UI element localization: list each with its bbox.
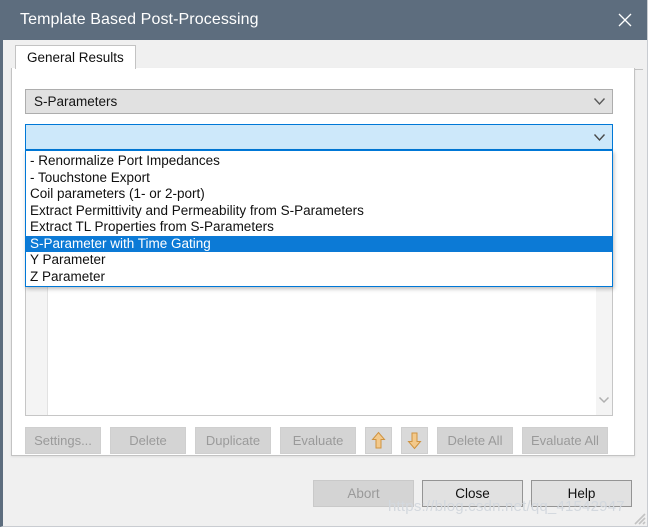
delete-button[interactable]: Delete: [110, 427, 186, 454]
result-listbox-scrollbar[interactable]: [596, 282, 612, 415]
evaluate-button[interactable]: Evaluate: [280, 427, 356, 454]
delete-button-label: Delete: [129, 433, 167, 448]
result-listbox[interactable]: [25, 281, 613, 416]
tab-general-results[interactable]: General Results: [15, 45, 136, 69]
abort-button-label: Abort: [347, 485, 380, 501]
chevron-down-icon[interactable]: [598, 391, 610, 409]
dialog-footer: Abort Close Help: [3, 479, 643, 507]
move-up-button[interactable]: [365, 427, 392, 454]
result-listbox-body[interactable]: [48, 282, 596, 415]
dropdown-item[interactable]: Extract TL Properties from S-Parameters: [26, 219, 612, 236]
help-button[interactable]: Help: [531, 479, 632, 507]
category-combobox-value: S-Parameters: [34, 94, 118, 109]
duplicate-button-label: Duplicate: [205, 433, 261, 448]
category-combobox[interactable]: S-Parameters: [25, 89, 613, 114]
move-down-button[interactable]: [401, 427, 428, 454]
settings-button[interactable]: Settings...: [25, 427, 101, 454]
evaluate-all-button[interactable]: Evaluate All: [522, 427, 608, 454]
help-button-label: Help: [567, 485, 596, 501]
close-button[interactable]: Close: [422, 479, 523, 507]
chevron-down-icon[interactable]: [586, 97, 612, 106]
title-bar: Template Based Post-Processing: [3, 0, 647, 40]
close-icon[interactable]: [602, 0, 647, 40]
tab-label: General Results: [27, 50, 124, 65]
dropdown-item[interactable]: Coil parameters (1- or 2-port): [26, 186, 612, 203]
tab-strip: General Results: [11, 45, 643, 70]
close-button-label: Close: [455, 485, 490, 501]
duplicate-button[interactable]: Duplicate: [195, 427, 271, 454]
dropdown-item[interactable]: S-Parameter with Time Gating: [26, 235, 612, 252]
dropdown-item[interactable]: Extract Permittivity and Permeability fr…: [26, 203, 612, 220]
result-listbox-gutter: [26, 282, 48, 415]
dropdown-item[interactable]: Y Parameter: [26, 252, 612, 269]
dialog-window: Template Based Post-Processing General R…: [0, 0, 648, 527]
dropdown-item[interactable]: - Touchstone Export: [26, 170, 612, 187]
abort-button[interactable]: Abort: [313, 479, 414, 507]
template-dropdown-list[interactable]: - Renormalize Port Impedances - Touchston…: [25, 150, 613, 287]
dropdown-item[interactable]: - Renormalize Port Impedances: [26, 153, 612, 170]
template-combobox[interactable]: [25, 124, 613, 150]
window-title: Template Based Post-Processing: [20, 11, 259, 28]
evaluate-all-button-label: Evaluate All: [531, 433, 599, 448]
evaluate-button-label: Evaluate: [292, 433, 344, 448]
dropdown-item[interactable]: Z Parameter: [26, 269, 612, 286]
delete-all-button-label: Delete All: [447, 433, 503, 448]
chevron-down-icon[interactable]: [586, 133, 612, 142]
settings-button-label: Settings...: [34, 433, 92, 448]
arrow-up-icon: [371, 431, 386, 449]
delete-all-button[interactable]: Delete All: [437, 427, 513, 454]
resize-grip[interactable]: [630, 509, 646, 525]
arrow-down-icon: [407, 432, 422, 450]
result-toolbar: Settings... Delete Duplicate Evaluate De…: [25, 427, 608, 454]
